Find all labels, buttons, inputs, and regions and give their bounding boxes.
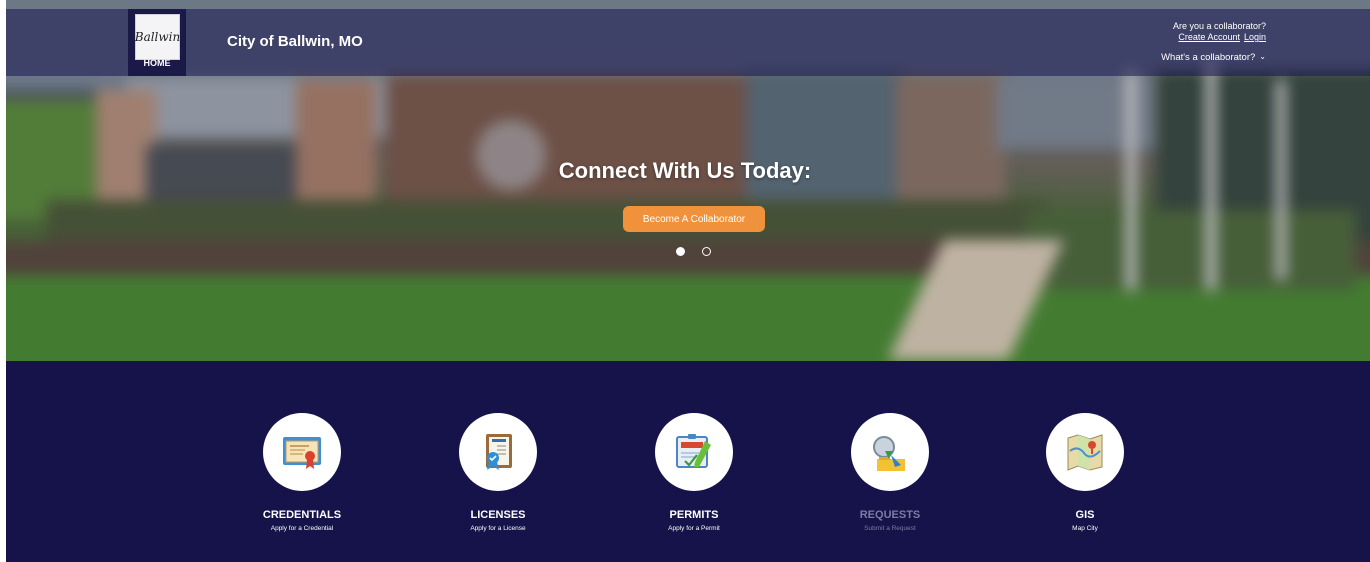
service-label: PERMITS [669, 509, 719, 521]
carousel-dot-2[interactable] [702, 247, 711, 256]
become-collaborator-button[interactable]: Become A Collaborator [623, 206, 765, 232]
services-panel: CREDENTIALS Apply for a Credential LICEN… [6, 361, 1370, 562]
home-label[interactable]: HOME [128, 58, 186, 68]
service-credentials[interactable]: CREDENTIALS Apply for a Credential [227, 413, 377, 532]
city-title: City of Ballwin, MO [227, 33, 363, 50]
service-sublabel: Apply for a Credential [270, 525, 334, 532]
service-label: LICENSES [470, 509, 526, 521]
login-link[interactable]: Login [1244, 32, 1266, 42]
whats-collaborator-dropdown[interactable]: What's a collaborator? ⌄ [1161, 52, 1266, 63]
service-sublabel: Apply for a License [470, 525, 526, 532]
service-permits[interactable]: PERMITS Apply for a Permit [619, 413, 769, 532]
service-label: CREDENTIALS [262, 509, 342, 521]
whats-collaborator-label: What's a collaborator? [1161, 52, 1256, 63]
service-sublabel: Map City [1072, 525, 1098, 532]
hero-heading: Connect With Us Today: [558, 158, 812, 183]
site-header: Ballwin HOME City of Ballwin, MO Are you… [0, 0, 1370, 76]
collaborator-question: Are you a collaborator? [1172, 21, 1266, 31]
service-sublabel: Apply for a Permit [668, 525, 720, 532]
service-gis[interactable]: GIS Map City [1010, 413, 1160, 532]
license-icon [486, 434, 512, 470]
service-sublabel: Submit a Request [864, 525, 916, 532]
chevron-down-icon: ⌄ [1259, 52, 1266, 61]
service-label: REQUESTS [859, 509, 921, 521]
service-label: GIS [1075, 509, 1095, 521]
certificate-icon [283, 437, 321, 469]
carousel-indicators [676, 247, 711, 256]
service-requests[interactable]: REQUESTS Submit a Request [815, 413, 965, 532]
map-icon [1067, 434, 1103, 471]
create-account-link[interactable]: Create Account [1178, 32, 1240, 42]
auth-links: Are you a collaborator? Create Account Lo… [1173, 21, 1266, 43]
carousel-dot-1[interactable] [676, 247, 685, 256]
logo-text: Ballwin [134, 30, 181, 44]
permit-icon [676, 434, 711, 468]
city-logo[interactable]: Ballwin [135, 14, 180, 60]
request-icon [873, 436, 905, 471]
service-licenses[interactable]: LICENSES Apply for a License [423, 413, 573, 532]
